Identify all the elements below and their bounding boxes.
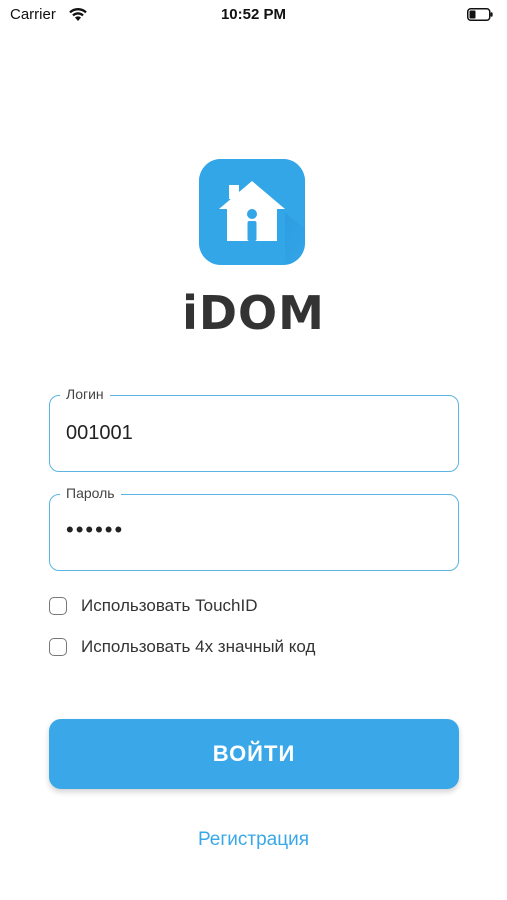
password-label: Пароль — [60, 485, 121, 501]
battery-icon — [467, 8, 493, 21]
status-bar: Carrier 10:52 PM — [0, 0, 507, 30]
password-field[interactable]: Пароль •••••• — [49, 485, 459, 571]
pin-code-checkbox[interactable] — [49, 638, 67, 656]
password-input[interactable]: •••••• — [66, 517, 124, 543]
login-field[interactable]: Логин 001001 — [49, 386, 459, 472]
app-logo — [199, 159, 305, 265]
touchid-checkbox[interactable] — [49, 597, 67, 615]
login-button-label: ВОЙТИ — [212, 741, 296, 766]
pin-code-option[interactable]: Использовать 4х значный код — [49, 635, 315, 659]
login-input[interactable]: 001001 — [66, 422, 133, 445]
login-button[interactable]: ВОЙТИ — [49, 719, 459, 789]
touchid-option[interactable]: Использовать TouchID — [49, 594, 258, 618]
register-link[interactable]: Регистрация — [0, 829, 507, 851]
pin-code-label: Использовать 4х значный код — [81, 637, 316, 656]
clock: 10:52 PM — [220, 6, 287, 23]
house-icon — [199, 159, 305, 265]
touchid-label: Использовать TouchID — [81, 596, 258, 615]
brand-name: iDOM — [182, 286, 325, 340]
login-label: Логин — [60, 386, 110, 402]
